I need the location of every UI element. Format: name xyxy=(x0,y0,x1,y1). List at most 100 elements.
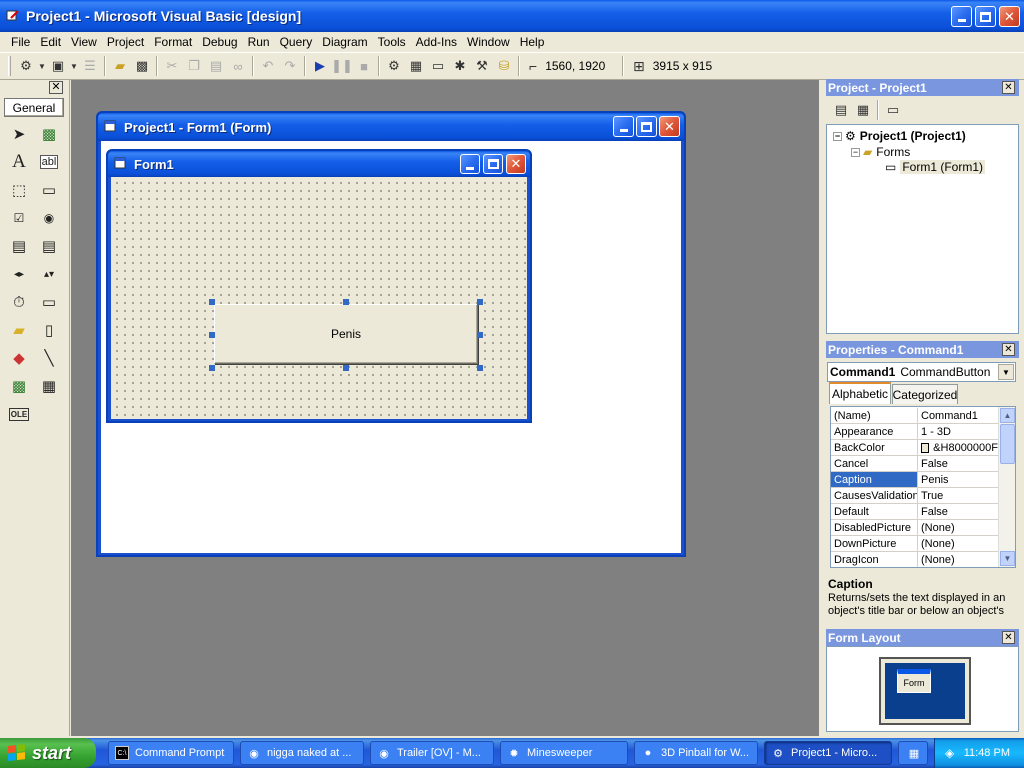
line-tool[interactable]: ╲ xyxy=(34,344,64,372)
collapse-icon[interactable]: − xyxy=(851,147,860,157)
image-tool[interactable]: ▩ xyxy=(4,372,34,400)
form-layout-button[interactable]: ▭ xyxy=(427,55,449,77)
toolbar-grip[interactable] xyxy=(8,56,11,76)
resize-handle-w[interactable] xyxy=(209,332,215,338)
property-row[interactable]: Default False xyxy=(831,504,999,520)
combobox-tool[interactable]: ▤ xyxy=(4,232,34,260)
minimize-button[interactable] xyxy=(951,6,972,27)
property-value[interactable]: False xyxy=(918,456,998,471)
property-row[interactable]: (Name) Command1 xyxy=(831,408,999,424)
main-title-bar[interactable]: Project1 - Microsoft Visual Basic [desig… xyxy=(0,0,1024,32)
scroll-thumb[interactable] xyxy=(1000,424,1015,464)
menu-edit[interactable]: Edit xyxy=(35,34,66,50)
property-value[interactable]: (None) xyxy=(918,552,998,567)
menu-project[interactable]: Project xyxy=(102,34,149,50)
property-value[interactable]: (None) xyxy=(918,536,998,551)
property-row[interactable]: DisabledPicture (None) xyxy=(831,520,999,536)
open-project-button[interactable]: ▰ xyxy=(109,55,131,77)
listbox-tool[interactable]: ▤ xyxy=(34,232,64,260)
frame-tool[interactable]: ⬚ xyxy=(4,176,34,204)
toolbox-general-tab[interactable]: General xyxy=(4,98,64,117)
save-project-button[interactable]: ▩ xyxy=(131,55,153,77)
add-project-button[interactable]: ⚙ xyxy=(15,55,37,77)
tree-item-form1[interactable]: ▭ Form1 (Form1) xyxy=(885,160,986,174)
menu-run[interactable]: Run xyxy=(243,34,275,50)
textbox-tool[interactable]: abl xyxy=(34,148,64,176)
menu-diagram[interactable]: Diagram xyxy=(317,34,372,50)
label-tool[interactable]: A xyxy=(4,148,34,176)
vscrollbar-tool[interactable]: ▴▾ xyxy=(34,260,64,288)
picturebox-tool[interactable]: ▩ xyxy=(34,120,64,148)
properties-scrollbar[interactable]: ▲ ▼ xyxy=(998,407,1015,567)
property-row[interactable]: BackColor &H8000000F xyxy=(831,440,999,456)
menu-window[interactable]: Window xyxy=(462,34,515,50)
tab-categorized[interactable]: Categorized xyxy=(892,384,958,404)
tree-item-forms-folder[interactable]: − ▰ Forms xyxy=(851,145,910,159)
task-keyboard[interactable]: ▦ xyxy=(898,741,928,765)
optionbutton-tool[interactable]: ◉ xyxy=(34,204,64,232)
menu-format[interactable]: Format xyxy=(149,34,197,50)
menu-query[interactable]: Query xyxy=(275,34,318,50)
designer-minimize-button[interactable] xyxy=(613,116,634,137)
add-form-dropdown[interactable]: ▼ xyxy=(69,55,79,77)
view-object-button[interactable]: ▦ xyxy=(852,99,874,121)
object-selector[interactable]: Command1 CommandButton ▼ xyxy=(827,362,1016,382)
menu-tools[interactable]: Tools xyxy=(373,34,411,50)
property-value[interactable]: Penis xyxy=(918,472,998,487)
network-icon[interactable]: ◈ xyxy=(945,746,954,760)
resize-handle-ne[interactable] xyxy=(477,299,483,305)
form1-title-bar[interactable]: Form1 ✕ xyxy=(108,151,530,177)
clock[interactable]: 11:48 PM xyxy=(964,747,1010,759)
project-panel-close-button[interactable]: ✕ xyxy=(1002,81,1015,94)
resize-handle-nw[interactable] xyxy=(209,299,215,305)
paste-button[interactable]: ▤ xyxy=(205,55,227,77)
form-layout-close-button[interactable]: ✕ xyxy=(1002,631,1015,644)
property-value[interactable]: &H8000000F xyxy=(918,440,998,455)
find-button[interactable]: ∞ xyxy=(227,55,249,77)
maximize-button[interactable] xyxy=(975,6,996,27)
start-button[interactable]: ▶ xyxy=(309,55,331,77)
hscrollbar-tool[interactable]: ◂▸ xyxy=(4,260,34,288)
break-button[interactable]: ❚❚ xyxy=(331,55,353,77)
project-panel-title-bar[interactable]: Project - Project1 ✕ xyxy=(826,79,1019,96)
menu-add-ins[interactable]: Add-Ins xyxy=(411,34,462,50)
property-value[interactable]: Command1 xyxy=(918,408,998,423)
task-browser-2[interactable]: ◉ Trailer [OV] - M... xyxy=(370,741,494,765)
scroll-down-button[interactable]: ▼ xyxy=(1000,551,1015,566)
resize-handle-n[interactable] xyxy=(343,299,349,305)
property-row-selected[interactable]: Caption Penis xyxy=(831,472,999,488)
object-browser-button[interactable]: ✱ xyxy=(449,55,471,77)
task-command-prompt[interactable]: C:\ Command Prompt xyxy=(108,741,234,765)
form1-grid-surface[interactable]: Penis xyxy=(111,177,527,419)
scroll-up-button[interactable]: ▲ xyxy=(1000,408,1015,423)
view-code-button[interactable]: ▤ xyxy=(830,99,852,121)
form1-window[interactable]: Form1 ✕ Penis xyxy=(106,149,532,423)
data-tool[interactable]: ▦ xyxy=(34,372,64,400)
drivelistbox-tool[interactable]: ▭ xyxy=(34,288,64,316)
properties-panel-title-bar[interactable]: Properties - Command1 ✕ xyxy=(826,341,1019,358)
dirlistbox-tool[interactable]: ▰ xyxy=(4,316,34,344)
form-layout-title-bar[interactable]: Form Layout ✕ xyxy=(826,629,1019,646)
data-view-button[interactable]: ⛁ xyxy=(493,55,515,77)
property-row[interactable]: Appearance 1 - 3D xyxy=(831,424,999,440)
designer-close-button[interactable]: ✕ xyxy=(659,116,680,137)
timer-tool[interactable]: ⏱ xyxy=(4,288,34,316)
property-row[interactable]: DragIcon (None) xyxy=(831,552,999,567)
add-project-dropdown[interactable]: ▼ xyxy=(37,55,47,77)
resize-handle-e[interactable] xyxy=(477,332,483,338)
task-browser-1[interactable]: ◉ nigga naked at ... xyxy=(240,741,364,765)
end-button[interactable]: ■ xyxy=(353,55,375,77)
task-pinball[interactable]: ● 3D Pinball for W... xyxy=(634,741,758,765)
tree-item-project[interactable]: − ⚙ Project1 (Project1) xyxy=(833,129,966,143)
property-value[interactable]: True xyxy=(918,488,998,503)
menu-debug[interactable]: Debug xyxy=(197,34,242,50)
property-row[interactable]: CausesValidation True xyxy=(831,488,999,504)
ole-tool[interactable]: OLE xyxy=(4,400,34,428)
designer-title-bar[interactable]: Project1 - Form1 (Form) ✕ xyxy=(98,113,684,141)
close-button[interactable]: ✕ xyxy=(999,6,1020,27)
form1-minimize-button[interactable] xyxy=(460,154,480,174)
mini-form-preview[interactable]: Form xyxy=(897,669,931,693)
copy-button[interactable]: ❐ xyxy=(183,55,205,77)
form1-maximize-button[interactable] xyxy=(483,154,503,174)
task-visual-basic[interactable]: ⚙ Project1 - Micro... xyxy=(764,741,892,765)
